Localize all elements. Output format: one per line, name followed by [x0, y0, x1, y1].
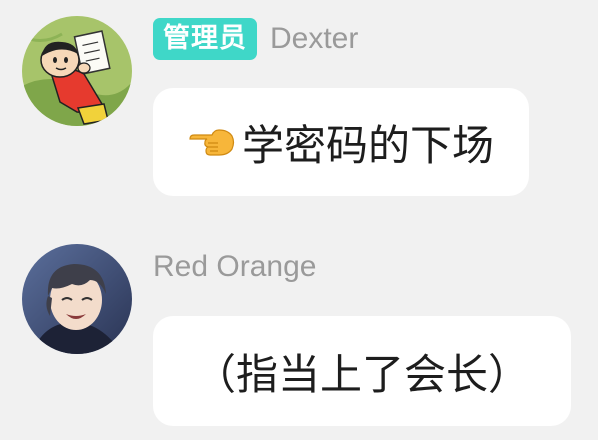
message-bubble[interactable]: 学密码的下场	[153, 88, 529, 196]
message-text: 学密码的下场	[241, 120, 494, 170]
backhand-pointing-left-icon	[188, 122, 236, 162]
sender-name[interactable]: Dexter	[270, 22, 358, 56]
sender-name[interactable]: Red Orange	[153, 250, 316, 284]
message-bubble[interactable]: （指当上了会长）	[153, 316, 571, 426]
chat-message: Red Orange （指当上了会长）	[0, 230, 598, 440]
chat-message-list: 管理员 Dexter 学密码的下场 Red Orange （指当上了会长）	[0, 0, 598, 440]
message-header: 管理员 Dexter	[153, 17, 358, 61]
message-text: （指当上了会长）	[193, 349, 530, 399]
chat-message: 管理员 Dexter 学密码的下场	[0, 0, 598, 210]
message-header: Red Orange	[153, 245, 316, 289]
admin-role-badge: 管理员	[153, 18, 257, 60]
cartoon-boy-avatar-icon[interactable]	[22, 16, 132, 126]
anime-man-avatar-icon[interactable]	[22, 244, 132, 354]
